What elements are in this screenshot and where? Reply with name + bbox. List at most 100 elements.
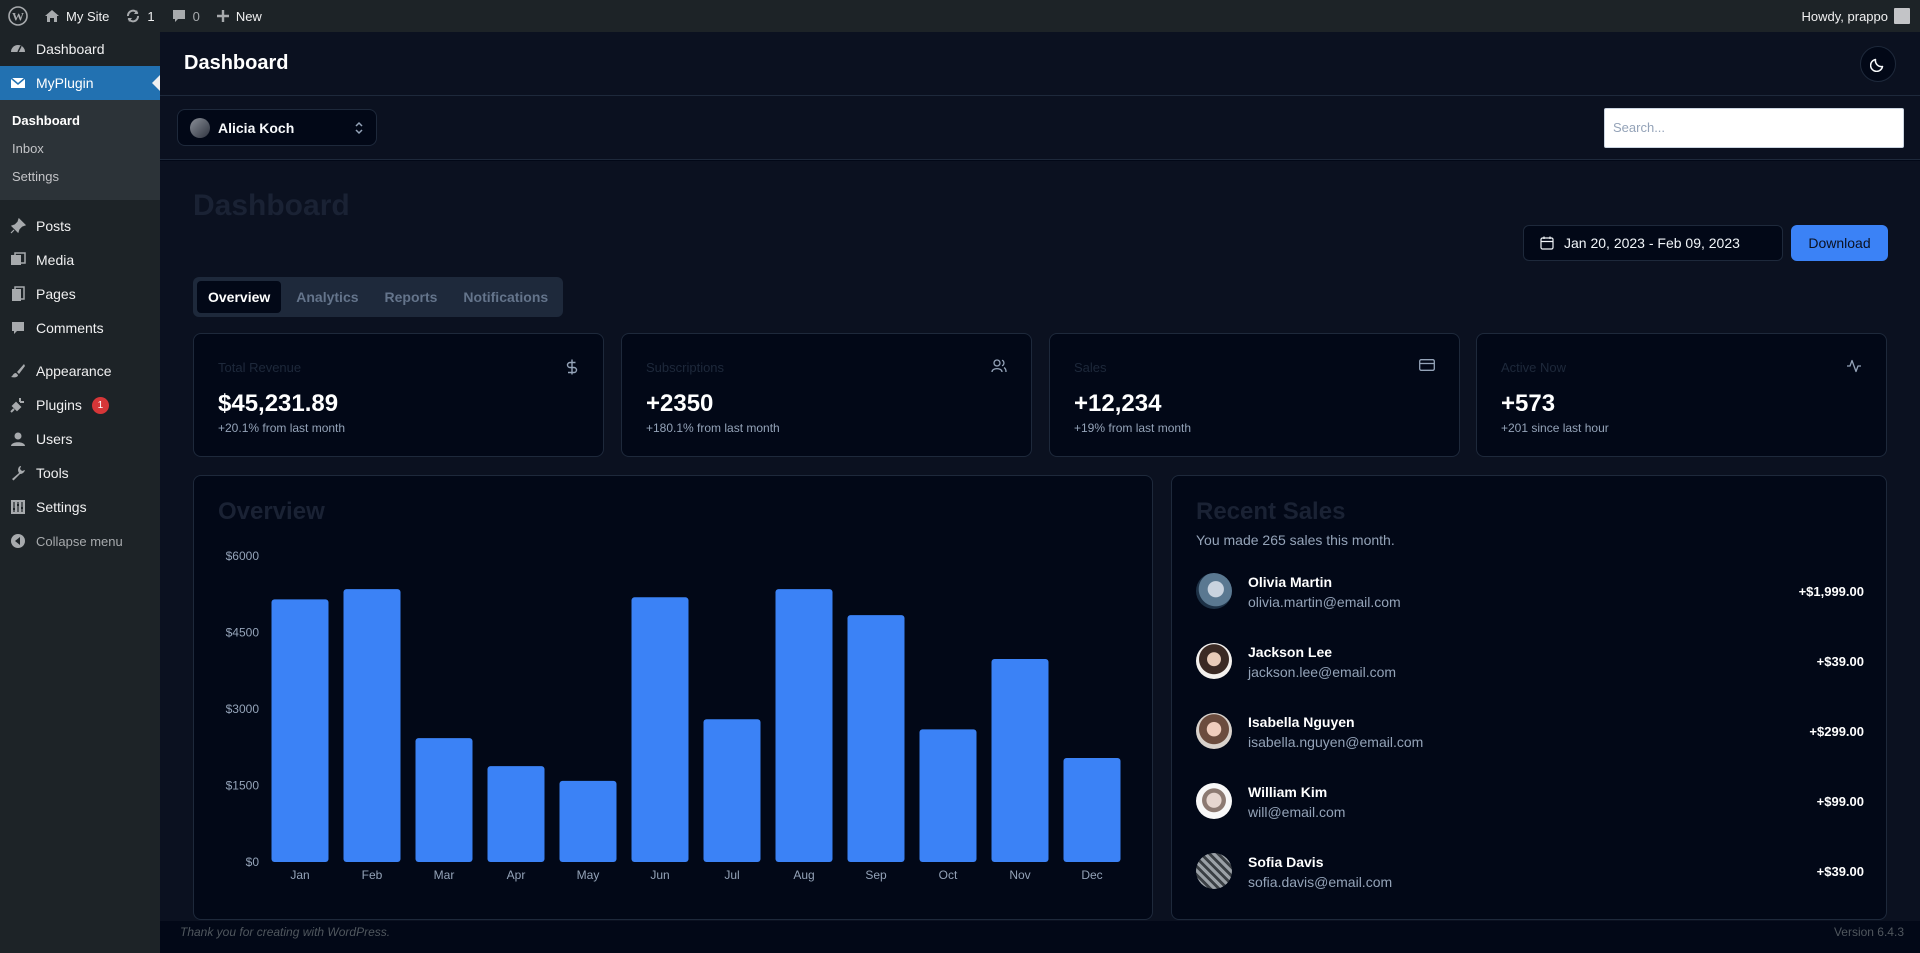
menu-pages-label: Pages [36,286,76,302]
menu-users[interactable]: Users [0,422,160,456]
bar-apr[interactable] [487,766,545,862]
customer-email: isabella.nguyen@email.com [1248,734,1424,750]
paintbrush-icon [10,363,26,379]
updates-link[interactable]: 1 [117,0,162,32]
menu-pages[interactable]: Pages [0,277,160,311]
customer-email: sofia.davis@email.com [1248,874,1393,890]
bar-jun[interactable] [631,597,689,862]
stat-change: +180.1% from last month [646,421,780,435]
collapse-arrow-icon [10,533,26,549]
stat-change: +201 since last hour [1501,421,1609,435]
menu-media[interactable]: Media [0,243,160,277]
recent-sales-title: Recent Sales [1196,498,1346,525]
sale-row: Jackson Lee jackson.lee@email.com +$39.0… [1196,642,1864,682]
pages-icon [10,286,26,302]
bar-sep[interactable] [847,615,905,862]
avatar [1196,853,1232,889]
submenu-inbox[interactable]: Inbox [0,134,160,162]
x-tick-label: Dec [1081,868,1102,882]
home-icon [45,10,59,22]
customer-name: William Kim [1248,784,1328,800]
plug-icon [10,397,26,413]
sale-amount: +$39.00 [1816,864,1864,879]
site-name-link[interactable]: My Site [36,0,117,32]
collapse-menu-button[interactable]: Collapse menu [0,524,160,558]
activity-icon [1846,359,1862,373]
submenu-dashboard[interactable]: Dashboard [0,106,160,134]
x-tick-label: Jun [650,868,669,882]
bar-aug[interactable] [775,589,833,862]
my-account-link[interactable]: Howdy, prappo [1802,0,1920,32]
submenu-settings[interactable]: Settings [0,162,160,190]
stat-value: $45,231.89 [218,390,339,417]
menu-appearance[interactable]: Appearance [0,354,160,388]
user-avatar [1894,8,1910,24]
credit-card-icon [1419,359,1435,371]
sale-amount: +$39.00 [1816,654,1864,669]
calendar-icon [1540,236,1554,250]
bar-mar[interactable] [415,738,473,862]
bar-nov[interactable] [991,659,1049,862]
admin-menu: Dashboard MyPlugin Dashboard Inbox Setti… [0,32,160,953]
comments-icon [10,320,26,336]
y-tick-label: $0 [246,855,260,869]
x-tick-label: Feb [362,868,383,882]
account-switcher[interactable]: Alicia Koch [177,109,377,146]
search-input[interactable] [1604,107,1904,148]
updates-count: 1 [147,8,155,24]
tab-overview[interactable]: Overview [197,281,282,313]
sale-row: William Kim will@email.com +$99.00 [1196,782,1864,822]
menu-comments[interactable]: Comments [0,311,160,345]
myplugin-submenu: Dashboard Inbox Settings [0,100,160,200]
tab-reports[interactable]: Reports [374,281,449,313]
stat-card-total-revenue: Total Revenue $45,231.89 +20.1% from las… [193,333,604,457]
account-avatar [190,117,210,138]
overview-chart-card: Overview $0 $1500 $3000 $4500 $6000 Jan Feb Mar… [193,475,1153,920]
customer-name: Isabella Nguyen [1248,714,1355,730]
app-header: Dashboard [160,32,1920,96]
bar-feb[interactable] [343,589,401,862]
menu-comments-label: Comments [36,320,104,336]
stat-label: Total Revenue [218,360,302,375]
recent-sales-description: You made 265 sales this month. [1196,532,1395,548]
bar-jan[interactable] [271,599,329,862]
tab-analytics[interactable]: Analytics [285,281,369,313]
plugin-app: Dashboard Alicia Koch Dashboard Jan 20, … [160,32,1920,953]
comments-link[interactable]: 0 [163,0,208,32]
menu-dashboard-label: Dashboard [36,41,105,57]
menu-plugins[interactable]: Plugins 1 [0,388,160,422]
menu-settings[interactable]: Settings [0,490,160,524]
date-range-picker[interactable]: Jan 20, 2023 - Feb 09, 2023 [1523,225,1783,261]
download-button[interactable]: Download [1791,225,1888,261]
y-tick-label: $1500 [226,779,260,793]
stat-value: +2350 [646,390,714,417]
stat-value: +12,234 [1074,390,1162,417]
users-icon [991,359,1007,373]
menu-dashboard[interactable]: Dashboard [0,32,160,66]
x-tick-label: Apr [507,868,526,882]
menu-tools[interactable]: Tools [0,456,160,490]
howdy-text: Howdy, prappo [1801,8,1888,24]
header-title: Dashboard [184,52,289,74]
menu-myplugin-label: MyPlugin [36,75,94,91]
new-label: New [235,8,262,24]
menu-myplugin[interactable]: MyPlugin [0,66,160,100]
stat-value: +573 [1501,390,1556,417]
bar-jul[interactable] [703,719,761,862]
new-content-link[interactable]: New [208,0,270,32]
wordpress-logo-icon[interactable]: W [0,0,36,32]
menu-posts[interactable]: Posts [0,209,160,243]
theme-toggle-button[interactable] [1860,45,1896,82]
bar-may[interactable] [559,780,617,862]
bar-oct[interactable] [919,729,977,862]
menu-users-label: Users [36,431,73,447]
sale-amount: +$299.00 [1809,724,1864,739]
app-subheader: Alicia Koch [160,96,1920,160]
tab-notifications[interactable]: Notifications [452,281,559,313]
bar-dec[interactable] [1063,757,1121,862]
dashboard-gauge-icon [10,41,26,57]
date-range-text: Jan 20, 2023 - Feb 09, 2023 [1564,235,1740,251]
stat-card-subscriptions: Subscriptions +2350 +180.1% from last mo… [621,333,1032,457]
moon-icon [1870,58,1884,72]
sale-amount: +$99.00 [1816,794,1864,809]
